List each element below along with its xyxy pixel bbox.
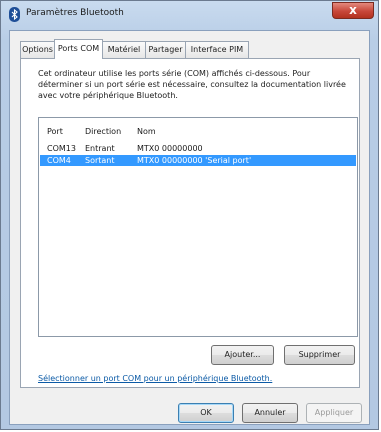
cell-name: MTX0 00000000	[137, 144, 203, 153]
cell-port: COM13	[47, 144, 76, 153]
column-header-port[interactable]: Port	[47, 126, 63, 137]
tab-ports-com[interactable]: Ports COM	[54, 39, 103, 59]
title-bar[interactable]: Paramètres Bluetooth x	[1, 1, 378, 29]
close-button[interactable]: x	[332, 2, 374, 19]
remove-button[interactable]: Supprimer	[284, 345, 355, 365]
table-row[interactable]: COM13 Entrant MTX0 00000000	[40, 143, 356, 154]
cancel-button[interactable]: Annuler	[242, 403, 298, 423]
tab-options[interactable]: Options	[20, 41, 55, 58]
list-header[interactable]: Port Direction Nom	[40, 126, 356, 137]
add-button[interactable]: Ajouter...	[211, 345, 274, 365]
cell-name: MTX0 00000000 'Serial port'	[137, 156, 252, 165]
ok-button[interactable]: OK	[178, 403, 234, 423]
close-icon: x	[349, 3, 357, 17]
window-title: Paramètres Bluetooth	[26, 8, 124, 18]
column-header-name[interactable]: Nom	[137, 126, 156, 137]
tab-materiel[interactable]: Matériel	[102, 41, 146, 58]
bluetooth-icon	[9, 7, 20, 22]
com-port-list[interactable]: Port Direction Nom COM13 Entrant MTX0 00…	[38, 117, 358, 337]
cell-port: COM4	[47, 156, 71, 165]
table-row-selected[interactable]: COM4 Sortant MTX0 00000000 'Serial port'	[40, 155, 356, 166]
apply-button[interactable]: Appliquer	[306, 403, 362, 423]
select-com-port-link[interactable]: Sélectionner un port COM pour un périphé…	[38, 374, 272, 383]
description-text: Cet ordinateur utilise les ports série (…	[38, 69, 346, 100]
tab-partager[interactable]: Partager	[145, 41, 186, 58]
tab-interface-pim[interactable]: Interface PIM	[185, 41, 249, 58]
column-header-direction[interactable]: Direction	[85, 126, 121, 137]
cell-direction: Entrant	[85, 144, 115, 153]
cell-direction: Sortant	[85, 156, 115, 165]
